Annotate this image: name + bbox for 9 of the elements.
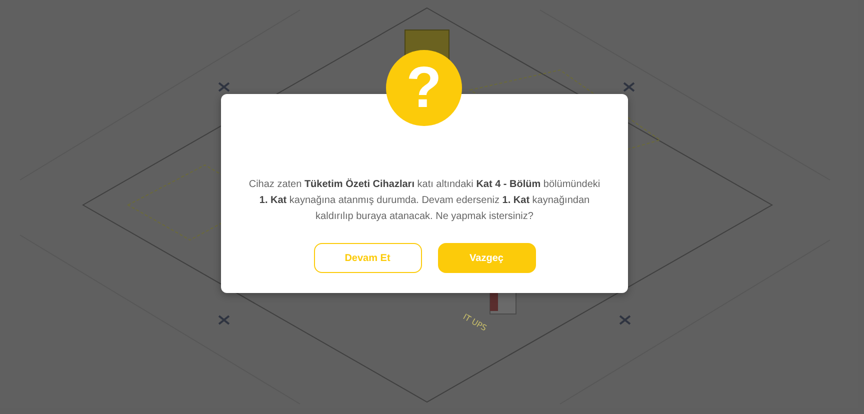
question-icon: ? xyxy=(386,50,462,126)
continue-button[interactable]: Devam Et xyxy=(314,243,422,273)
cancel-button[interactable]: Vazgeç xyxy=(438,243,536,273)
close-icon xyxy=(623,82,635,92)
close-icon xyxy=(218,315,230,325)
device-label: IT UPS xyxy=(461,312,488,333)
close-icon xyxy=(218,82,230,92)
dialog-message: Cihaz zaten Tüketim Özeti Cihazları katı altındaki Kat 4 - Bölüm bölümündeki 1. Kat kaynağına atanmış durumda. Devam ederseniz 1. Kat kaynağından kaldırılıp buraya atanacak. Ne yapmak istersiniz? xyxy=(248,178,602,224)
close-icon xyxy=(619,315,631,325)
